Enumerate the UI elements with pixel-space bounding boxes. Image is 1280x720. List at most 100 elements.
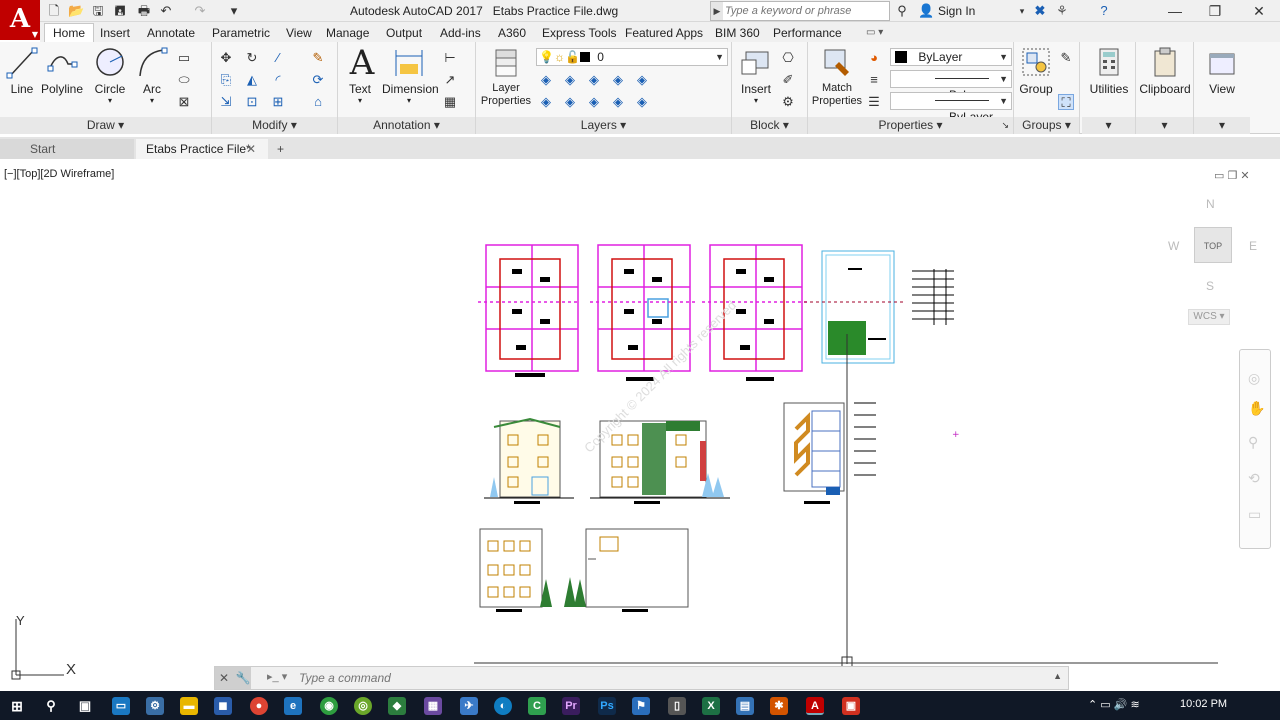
group-selection-icon[interactable]: ⛶ [1058,94,1074,110]
autocad-taskbar-icon[interactable]: A [806,697,824,715]
layer-match-icon[interactable]: ◈ [634,72,650,88]
insert-block-tool[interactable]: Insert ▾ [736,46,776,105]
redo-icon[interactable]: ↷ [192,3,208,19]
blue-app-icon[interactable]: ✈ [460,697,478,715]
linetype-icon[interactable]: ☰ [866,94,882,110]
clock[interactable]: 10:02 PM [1180,698,1227,710]
layer-thaw-icon[interactable]: ◈ [610,94,626,110]
orange-app-icon[interactable]: ✱ [770,697,788,715]
tab-output[interactable]: Output [386,24,422,42]
layer-unlock-icon[interactable]: ◈ [634,94,650,110]
showmotion-icon[interactable]: ▭ [1248,506,1261,523]
annotation-panel-title[interactable]: Annotation ▾ [338,117,475,134]
store-icon[interactable]: ◼ [214,697,232,715]
command-input[interactable] [299,670,1019,686]
text-tool[interactable]: A Text ▾ [346,46,374,105]
lineweight-icon[interactable]: ≡ [866,72,882,88]
save-icon[interactable]: 🖫 [90,3,106,19]
search-icon[interactable]: ⚲ [42,697,60,715]
layer-lock-icon[interactable]: ◈ [610,72,626,88]
layer-unisolate-icon[interactable]: ◈ [586,94,602,110]
block-attributes-icon[interactable]: ⚙ [780,94,796,110]
dimension-tool[interactable]: Dimension ▾ [382,46,439,105]
search-expand-icon[interactable]: ▶ [711,2,723,20]
boundary-icon[interactable]: ⊠ [176,94,192,110]
sign-in-link[interactable]: Sign In [938,4,975,18]
command-history-icon[interactable]: ▸_ ▾ [267,670,287,683]
help-search-box[interactable]: ▶ [710,1,890,21]
file-explorer-icon[interactable]: ▬ [180,697,198,715]
ungroup-icon[interactable]: ✎ [1058,50,1074,66]
ribbon-minimize-icon[interactable]: ▭ ▾ [866,24,883,42]
desktop-app-icon[interactable]: ▭ [112,697,130,715]
layer-previous-icon[interactable]: ◈ [562,94,578,110]
move-icon[interactable]: ✥ [218,50,234,66]
circle-dropdown-icon[interactable]: ▾ [92,96,128,105]
color-dropdown[interactable]: ByLayer ▼ [890,48,1012,66]
layer-isolate-icon[interactable]: ◈ [562,72,578,88]
green-tool-icon[interactable]: ◆ [388,697,406,715]
chrome-icon[interactable]: ● [250,697,268,715]
windows-start-icon[interactable]: ⊞ [8,697,26,715]
hatch-icon[interactable]: ⬭ [176,72,192,88]
new-file-icon[interactable]: 🗋 [46,3,62,19]
save-as-icon[interactable]: 🖪 [112,3,128,19]
viewcube-west[interactable]: W [1168,239,1179,253]
utilities-tool[interactable]: Utilities [1084,46,1134,96]
view-tool[interactable]: View [1198,46,1246,96]
layer-dropdown[interactable]: 💡☼🔓 0 ▼ [536,48,728,66]
new-tab-button[interactable]: + [272,139,294,159]
modify-panel-title[interactable]: Modify ▾ [212,117,337,134]
tab-a360[interactable]: A360 [498,24,526,42]
a360-icon[interactable]: ⚘ [1054,3,1070,19]
wcs-menu[interactable]: WCS ▾ [1188,309,1230,325]
application-menu-button[interactable]: A ▼ [0,0,40,40]
command-close-icon[interactable]: ✕ 🔧 [215,667,251,689]
pan-icon[interactable]: ✋ [1248,400,1265,417]
layer-properties-tool[interactable]: Layer Properties [480,46,532,108]
start-tab[interactable]: Start [0,139,134,159]
tab-view[interactable]: View [286,24,312,42]
viewcube-east[interactable]: E [1249,239,1257,253]
task-view-icon[interactable]: ▣ [76,697,94,715]
layer-freeze-icon[interactable]: ◈ [586,72,602,88]
restore-icon[interactable]: ❐ [1200,2,1230,20]
camtasia-icon[interactable]: ◎ [354,697,372,715]
phone-app-icon[interactable]: ▯ [668,697,686,715]
system-tray-icons[interactable]: ⌃ ▭ 🔊 ≋ [1088,698,1140,711]
zoom-icon[interactable]: ⚲ [1248,434,1258,451]
color-wheel-icon[interactable]: ◕ [866,50,882,66]
lineweight-dropdown[interactable]: ByLayer ▼ [890,92,1012,124]
scale-icon[interactable]: ⊡ [244,94,260,110]
layers-panel-title[interactable]: Layers ▾ [476,117,731,134]
close-icon[interactable]: ✕ [1244,2,1274,20]
utilities-panel-expand[interactable]: ▾ [1082,117,1135,134]
red-app-icon[interactable]: ▣ [842,697,860,715]
print-icon[interactable]: 🖶 [136,3,152,19]
view-panel-expand[interactable]: ▾ [1194,117,1250,134]
viewcube-north[interactable]: N [1206,197,1215,211]
tab-performance[interactable]: Performance [773,24,842,42]
green-app-icon[interactable]: ◉ [320,697,338,715]
edit-block-icon[interactable]: ✐ [780,72,796,88]
globe-app-icon[interactable]: ◐ [494,697,512,715]
tab-parametric[interactable]: Parametric [212,24,270,42]
stretch-icon[interactable]: ⇲ [218,94,234,110]
premiere-icon[interactable]: Pr [562,697,580,715]
viewcube-south[interactable]: S [1206,279,1214,293]
leader-icon[interactable]: ↗ [442,72,458,88]
excel-icon[interactable]: X [702,697,720,715]
linear-dim-icon[interactable]: ⊢ [442,50,458,66]
groups-panel-title[interactable]: Groups ▾ [1014,117,1079,134]
polyline-tool[interactable]: Polyline [40,46,84,96]
edge-icon[interactable]: e [284,697,302,715]
qat-customize-icon[interactable]: ▾ [226,3,242,19]
undo-icon[interactable]: ↶ [158,3,174,19]
layer-make-current-icon[interactable]: ◈ [538,94,554,110]
close-tab-icon[interactable]: ✕ [246,139,256,159]
viewcube[interactable]: N W E S TOP WCS ▾ [1160,195,1260,335]
dialog-launcher-icon[interactable]: ↘ [1001,117,1009,134]
create-block-icon[interactable]: ⎔ [780,50,796,66]
erase-icon[interactable]: ✎ [310,50,326,66]
tab-insert[interactable]: Insert [100,24,130,42]
